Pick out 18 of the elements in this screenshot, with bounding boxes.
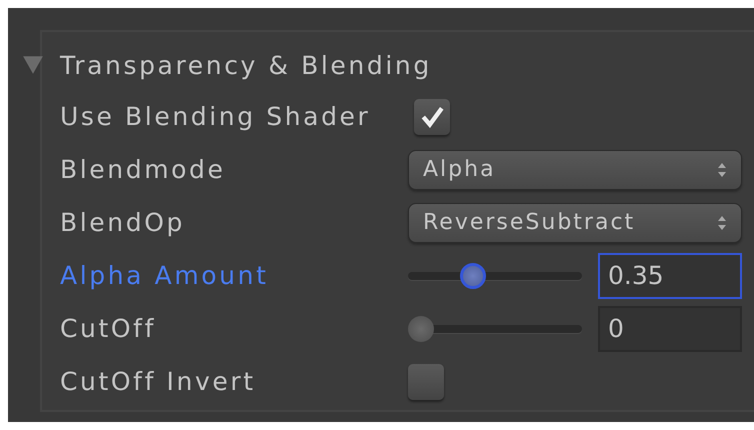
- property-label: Use Blending Shader: [60, 102, 372, 131]
- number-field[interactable]: 0.35: [598, 252, 742, 298]
- checkbox[interactable]: [408, 364, 444, 400]
- section-title: Transparency & Blending: [60, 50, 432, 80]
- dropdown[interactable]: ReverseSubtract: [408, 202, 742, 242]
- property-label: Alpha Amount: [60, 261, 270, 290]
- slider-thumb[interactable]: [408, 316, 434, 342]
- up-down-arrows-icon: [717, 162, 727, 178]
- property-label: Blendmode: [60, 155, 226, 184]
- slider-thumb[interactable]: [460, 262, 486, 288]
- up-down-arrows-icon: [717, 214, 727, 230]
- property-label: BlendOp: [60, 208, 186, 237]
- checkbox[interactable]: [414, 98, 450, 134]
- foldout-triangle-icon[interactable]: [22, 54, 44, 76]
- dropdown[interactable]: Alpha: [408, 150, 742, 190]
- property-label: CutOff: [60, 314, 157, 343]
- number-field[interactable]: 0: [598, 306, 742, 352]
- property-label: CutOff Invert: [60, 367, 257, 396]
